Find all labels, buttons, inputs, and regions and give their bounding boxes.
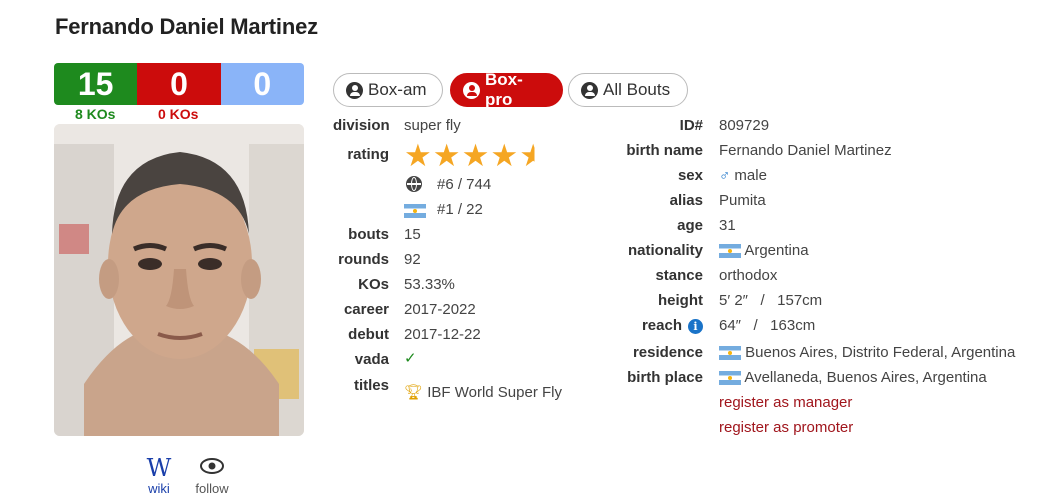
record-summary: 15 0 0 [54, 63, 304, 105]
user-circle-icon [581, 81, 598, 99]
country-rank[interactable]: #1 / 22 [437, 201, 483, 218]
boxer-photo-image [54, 124, 304, 436]
rating-label: rating [347, 146, 389, 163]
tab-box-am[interactable]: Box-am [333, 73, 443, 107]
career-label: career [343, 301, 389, 318]
wins-count: 15 [54, 63, 138, 105]
debut-value[interactable]: 2017-12-22 [404, 326, 481, 343]
reach-value: 64″ / 163cm [719, 317, 816, 334]
tab-label: Box-pro [485, 70, 523, 109]
win-kos: 8 KOs [75, 106, 116, 122]
age-value: 31 [719, 217, 736, 234]
birth-name-label: birth name [626, 142, 703, 159]
division-label: division [333, 117, 390, 134]
argentina-flag-icon [719, 371, 741, 386]
age-label: age [677, 217, 703, 234]
bouts-label: bouts [348, 226, 389, 243]
titles-label: titles [353, 377, 389, 394]
rounds-value: 92 [404, 251, 421, 268]
globe-icon [406, 176, 422, 192]
tab-label: Box-am [368, 80, 427, 99]
height-label: height [658, 292, 703, 309]
user-circle-icon [463, 81, 480, 99]
kos-label: KOs [358, 276, 389, 293]
star-icon: ★ [461, 138, 490, 173]
birth-place-text: Avellaneda, Buenos Aires, Argentina [744, 369, 987, 386]
follow-label: follow [195, 481, 229, 496]
career-value: 2017-2022 [404, 301, 476, 318]
world-rank[interactable]: #6 / 744 [437, 176, 491, 193]
alias-value: Pumita [719, 192, 766, 209]
star-icon: ★ [404, 138, 432, 173]
sex-text: male [734, 167, 767, 184]
residence-label: residence [632, 344, 703, 361]
birth-name-value: Fernando Daniel Martinez [719, 142, 892, 159]
info-icon[interactable]: i [688, 318, 703, 334]
nationality-label: nationality [627, 242, 703, 259]
half-star-icon: ★ [519, 138, 547, 173]
alias-label: alias [669, 192, 703, 209]
stance-label: stance [655, 267, 703, 284]
user-circle-icon [346, 81, 363, 99]
sex-label: sex [677, 167, 703, 184]
wiki-link[interactable]: W wiki [141, 455, 177, 496]
reach-label: reach i [583, 317, 703, 334]
title-entry[interactable]: 🏆︎ IBF World Super Fly [404, 383, 562, 401]
vada-label: vada [354, 351, 389, 368]
stance-value: orthodox [719, 267, 778, 284]
star-icon: ★ [432, 138, 461, 173]
eye-icon [188, 455, 236, 481]
tab-box-pro[interactable]: Box-pro [450, 70, 563, 109]
male-icon: ♂ [719, 167, 731, 184]
nationality-text: Argentina [744, 242, 809, 259]
title-name: IBF World Super Fly [427, 384, 562, 401]
losses-count: 0 [137, 63, 221, 105]
tab-label: All Bouts [603, 80, 671, 99]
debut-label: debut [348, 326, 389, 343]
residence-value: Buenos Aires, Distrito Federal, Argentin… [719, 344, 1015, 361]
register-promoter-link[interactable]: register as promoter [719, 419, 853, 436]
follow-link[interactable]: follow [188, 455, 236, 496]
register-manager-link[interactable]: register as manager [719, 394, 852, 411]
check-icon: ✓ [404, 350, 417, 367]
nationality-value: Argentina [719, 242, 809, 259]
rounds-label: rounds [338, 251, 389, 268]
residence-text: Buenos Aires, Distrito Federal, Argentin… [745, 344, 1016, 361]
argentina-flag-icon [719, 244, 741, 259]
id-label: ID# [679, 117, 703, 134]
reach-label-text: reach [641, 317, 682, 334]
loss-kos: 0 KOs [158, 106, 199, 122]
birth-place-value: Avellaneda, Buenos Aires, Argentina [719, 369, 987, 386]
boxer-photo [54, 124, 304, 436]
trophy-icon: 🏆︎ [404, 384, 424, 401]
argentina-flag-icon [404, 204, 426, 218]
wikipedia-icon: W [146, 454, 172, 482]
draws-count: 0 [220, 63, 304, 105]
sex-value: ♂ male [719, 167, 767, 184]
bouts-value: 15 [404, 226, 421, 243]
height-value: 5′ 2″ / 157cm [719, 292, 823, 309]
argentina-flag-icon [719, 346, 741, 361]
tab-all-bouts[interactable]: All Bouts [568, 73, 688, 107]
kos-value: 53.33% [404, 276, 455, 293]
id-value: 809729 [719, 117, 770, 134]
boxer-name: Fernando Daniel Martinez [55, 14, 318, 39]
star-icon: ★ [490, 138, 519, 173]
birth-place-label: birth place [627, 369, 703, 386]
division-value: super fly [404, 117, 461, 134]
rating-stars: ★ ★ ★ ★ ★ [404, 138, 547, 173]
wiki-label: wiki [148, 481, 170, 496]
